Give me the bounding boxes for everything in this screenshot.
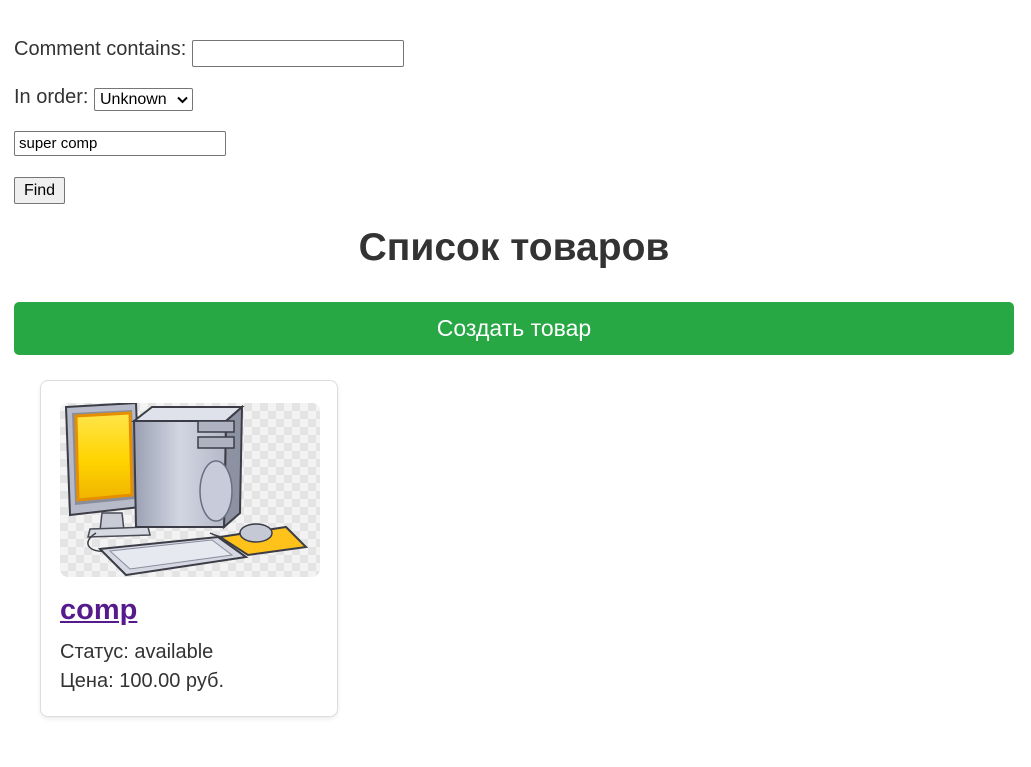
- product-name-link[interactable]: comp: [60, 594, 137, 627]
- order-label: In order:: [14, 86, 89, 109]
- page: Comment contains: In order: Unknown supe…: [0, 0, 1031, 767]
- comment-filter-row: Comment contains:: [14, 38, 404, 67]
- order-select[interactable]: Unknown: [94, 88, 193, 111]
- order-select-value: Unknown: [100, 91, 167, 108]
- desktop-computer-icon: [64, 403, 309, 577]
- chevron-down-icon: [177, 89, 188, 110]
- product-card: comp Статус: available Цена: 100.00 руб.: [40, 380, 338, 717]
- create-product-button[interactable]: Создать товар: [14, 302, 1014, 355]
- find-button[interactable]: Find: [14, 177, 65, 204]
- product-image[interactable]: [60, 403, 320, 577]
- product-price: Цена: 100.00 руб.: [60, 670, 225, 692]
- comment-input[interactable]: [192, 40, 404, 67]
- page-title: Список товаров: [358, 226, 670, 269]
- search-input[interactable]: super comp: [14, 131, 226, 156]
- order-filter-row: In order: Unknown: [14, 86, 193, 111]
- product-status: Статус: available: [60, 641, 214, 663]
- comment-label: Comment contains:: [14, 38, 187, 61]
